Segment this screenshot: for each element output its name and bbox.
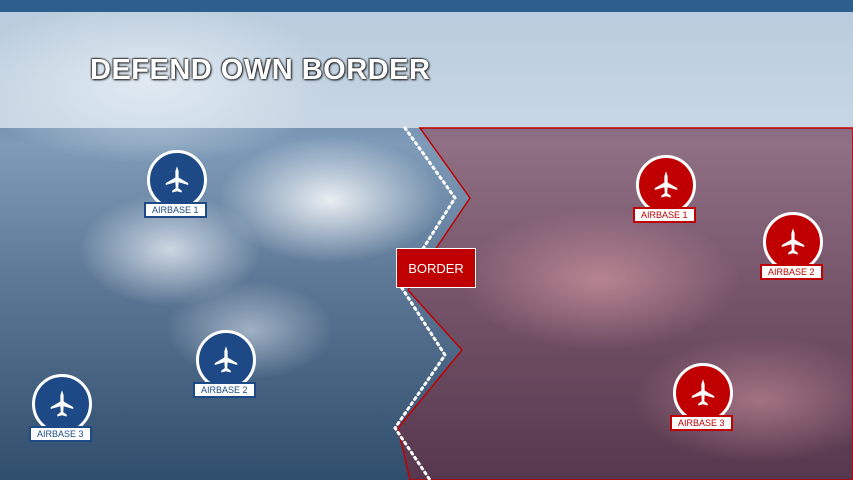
fighter-jet-icon [196,330,256,390]
fighter-jet-icon [636,155,696,215]
enemy-zone [397,127,853,480]
fighter-jet-icon [32,374,92,434]
airbase-label: AIRBASE 2 [193,382,256,398]
airbase-label: AIRBASE 1 [633,207,696,223]
own-airbase-3[interactable]: AIRBASE 3 [29,374,99,454]
airbase-label: AIRBASE 1 [144,202,207,218]
airbase-label: AIRBASE 3 [29,426,92,442]
slide-canvas: DEFEND OWN BORDER BORDER AIRBASE 1 AIRBA… [0,0,853,480]
airbase-label: AIRBASE 3 [670,415,733,431]
fighter-jet-icon [673,363,733,423]
enemy-airbase-2[interactable]: AIRBASE 2 [760,212,830,292]
own-airbase-1[interactable]: AIRBASE 1 [144,150,214,230]
own-airbase-2[interactable]: AIRBASE 2 [193,330,263,410]
border-label: BORDER [396,248,476,288]
fighter-jet-icon [763,212,823,272]
enemy-airbase-1[interactable]: AIRBASE 1 [633,155,703,235]
enemy-airbase-3[interactable]: AIRBASE 3 [670,363,740,443]
fighter-jet-icon [147,150,207,210]
airbase-label: AIRBASE 2 [760,264,823,280]
